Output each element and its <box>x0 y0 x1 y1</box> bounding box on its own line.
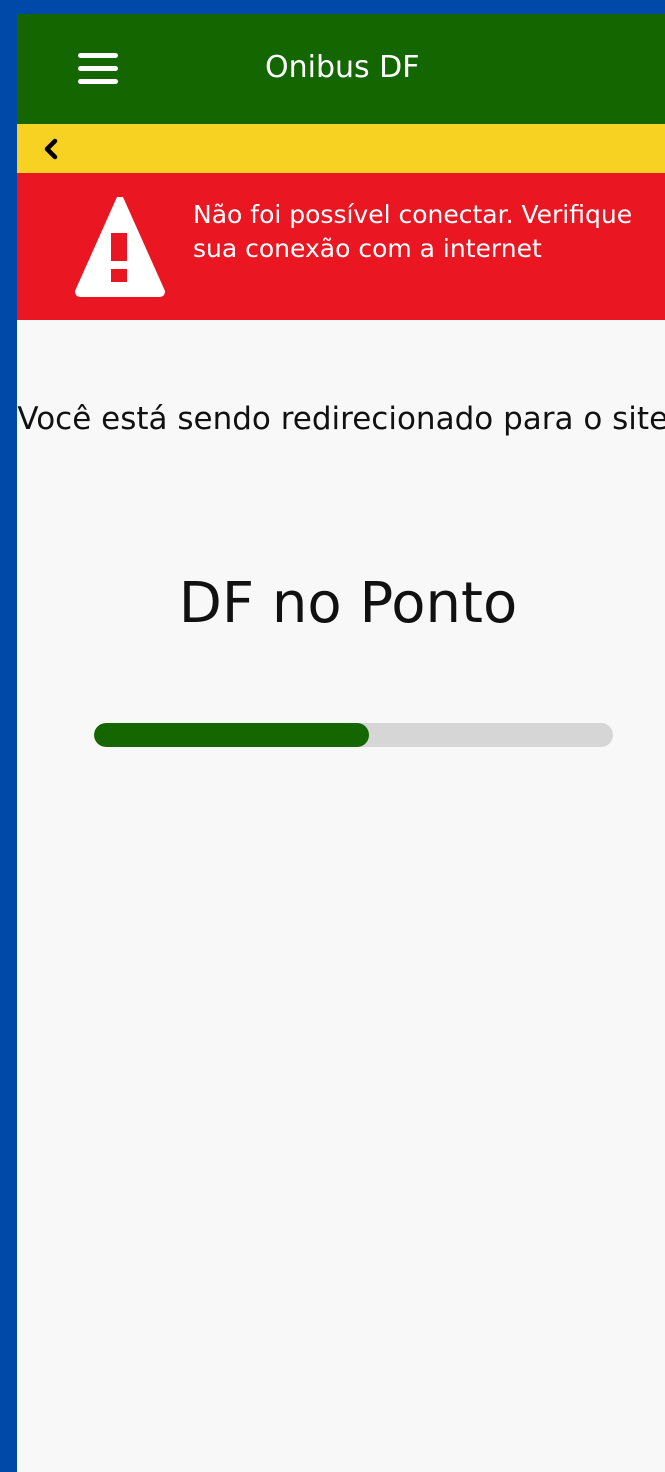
site-name: DF no Ponto <box>178 571 518 636</box>
app-bar: Onibus DF <box>17 14 665 124</box>
redirect-message: Você está sendo redirecionado para o sit… <box>17 401 665 437</box>
hamburger-menu-icon[interactable] <box>75 50 121 90</box>
alert-message: Não foi possível conectar. Verifique sua… <box>193 200 633 263</box>
progress-fill <box>94 723 370 747</box>
redirect-progress-bar <box>94 723 613 747</box>
chevron-left-icon[interactable] <box>37 134 67 164</box>
back-navigation-bar <box>17 124 665 173</box>
warning-triangle-icon <box>73 193 167 299</box>
app-screen: Onibus DF Não foi possível conectar. Ver… <box>17 14 665 1472</box>
connection-error-alert: Não foi possível conectar. Verifique sua… <box>17 173 665 320</box>
app-title: Onibus DF <box>265 50 420 85</box>
